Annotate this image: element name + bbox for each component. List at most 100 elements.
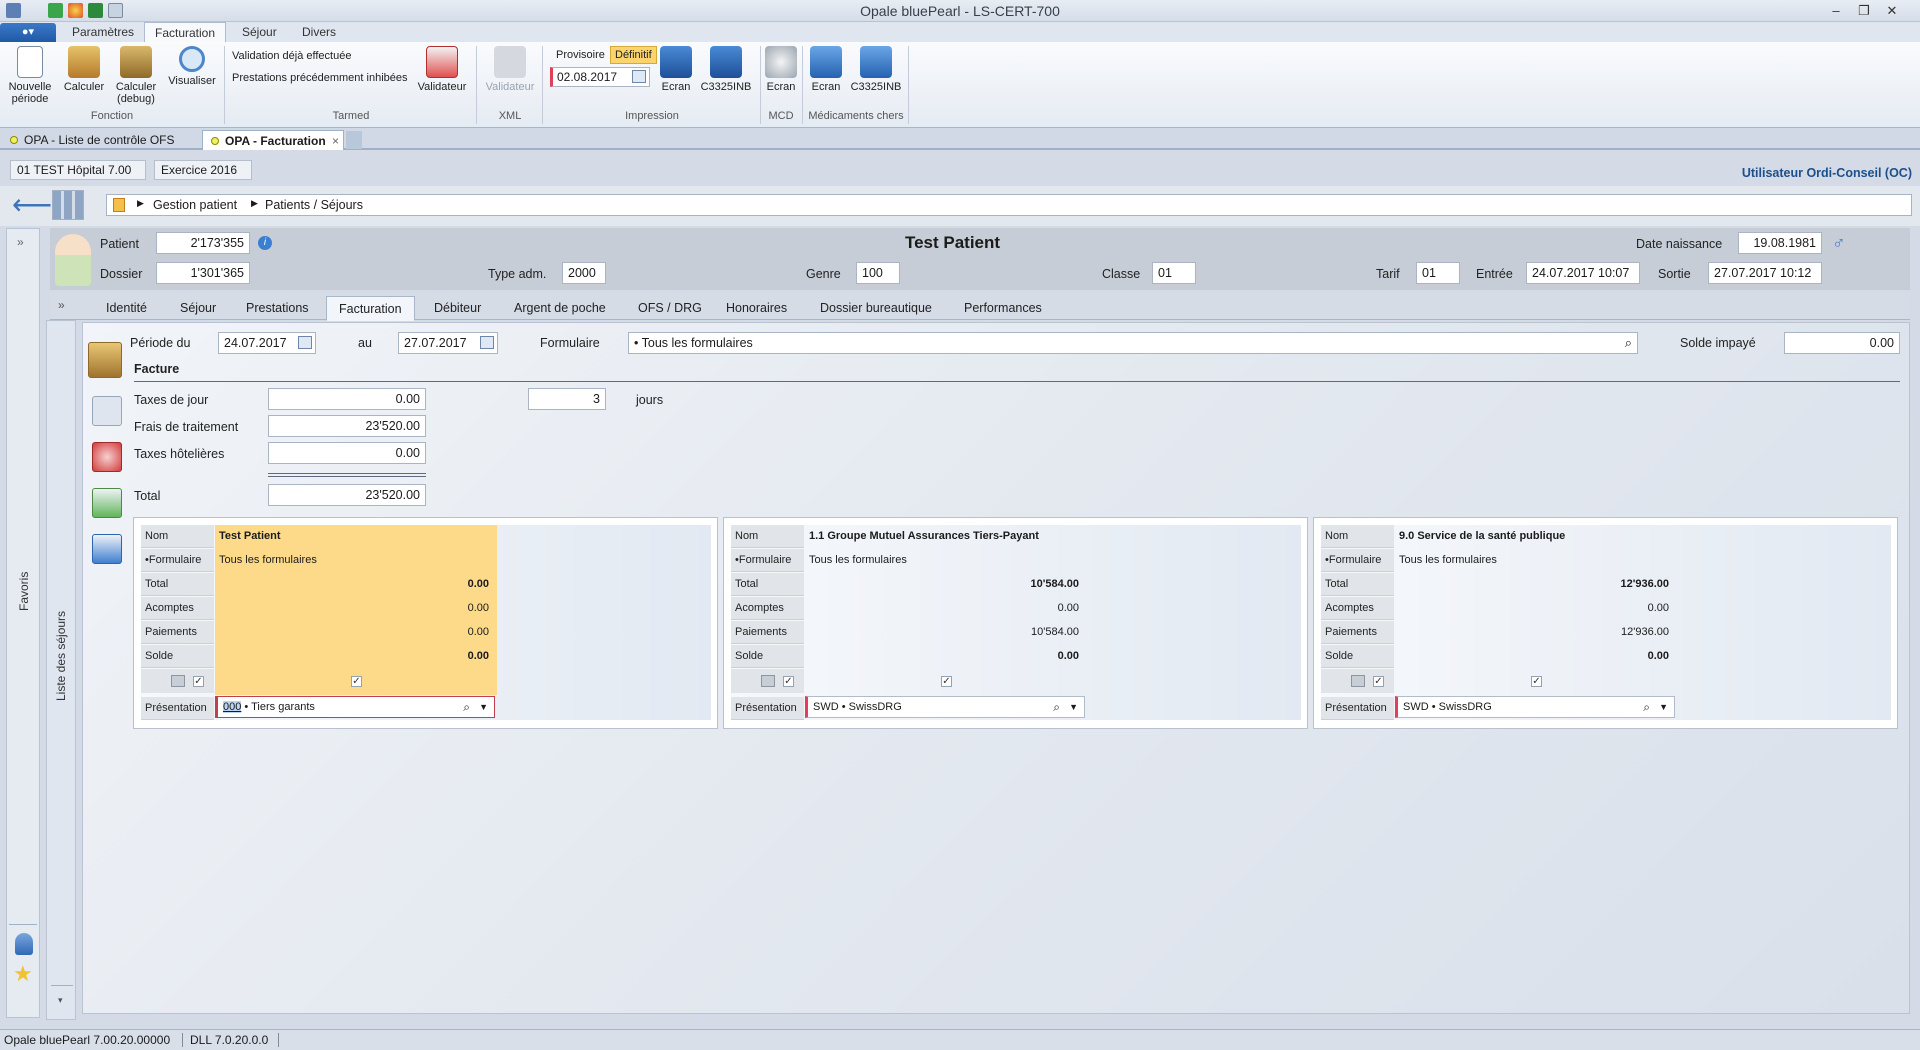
home-icon[interactable] (113, 198, 125, 212)
new-tab-button[interactable] (346, 131, 362, 149)
ribbon-tab-divers[interactable]: Divers (292, 22, 346, 42)
provisoire-toggle[interactable]: Provisoire (552, 47, 609, 63)
search-icon[interactable]: ⌕ (1053, 697, 1060, 717)
star-icon[interactable]: ★ (13, 963, 33, 985)
entree-field[interactable]: 24.07.2017 10:07 (1526, 262, 1640, 284)
naissance-label: Date naissance (1636, 237, 1723, 251)
patient-avatar (55, 234, 91, 286)
debtor-card-groupe-mutuel: Nom 1.1 Groupe Mutuel Assurances Tiers-Pa… (723, 517, 1308, 729)
expand-chevron-icon[interactable]: » (58, 298, 65, 312)
print-checkbox[interactable]: ✓ (1373, 676, 1384, 687)
dropdown-arrow-icon[interactable]: ▼ (1659, 697, 1668, 717)
breadcrumb-patients-sejours[interactable]: Patients / Séjours (265, 198, 363, 212)
tarif-field[interactable]: 01 (1416, 262, 1460, 284)
dropdown-arrow-icon[interactable]: ▼ (479, 697, 488, 717)
help-invoice-icon[interactable] (92, 534, 122, 564)
tab-sejour[interactable]: Séjour (168, 296, 228, 321)
tab-ofs-drg[interactable]: OFS / DRG (626, 296, 714, 321)
genre-field[interactable]: 100 (856, 262, 900, 284)
expand-chevron-icon[interactable]: » (17, 235, 24, 249)
debtor-checkbox[interactable]: ✓ (1531, 676, 1542, 687)
tab-debiteur[interactable]: Débiteur (422, 296, 493, 321)
printer-icon[interactable] (761, 675, 775, 687)
tarmed-validateur-button[interactable]: Validateur (414, 46, 470, 93)
type-adm-field[interactable]: 2000 (562, 262, 606, 284)
user-icon[interactable] (15, 933, 33, 955)
printer-icon[interactable] (1351, 675, 1365, 687)
patient-number[interactable]: 2'173'355 (156, 232, 250, 254)
ribbon-tab-sejour[interactable]: Séjour (232, 22, 287, 42)
debtor-acomptes: 0.00 (1057, 602, 1079, 614)
add-invoice-icon[interactable] (92, 488, 122, 518)
scroll-down-icon[interactable]: ▾ (58, 995, 63, 1006)
tab-dossier-bureautique[interactable]: Dossier bureautique (808, 296, 944, 321)
close-tab-icon[interactable]: × (332, 131, 339, 151)
tab-identite[interactable]: Identité (94, 296, 159, 321)
search-icon[interactable]: ⌕ (1643, 697, 1650, 717)
tab-honoraires[interactable]: Honoraires (714, 296, 799, 321)
male-icon: ♂ (1832, 233, 1846, 253)
printer-icon[interactable] (171, 675, 185, 687)
calendar-icon[interactable] (298, 336, 312, 349)
mcd-ecran-button[interactable]: Ecran (762, 46, 800, 93)
definitif-toggle[interactable]: Définitif (610, 46, 657, 64)
impression-c3325-button[interactable]: C3325INB (698, 46, 754, 93)
tab-performances[interactable]: Performances (952, 296, 1054, 321)
medicaments-ecran-button[interactable]: Ecran (806, 46, 846, 93)
presentation-select[interactable]: 000 • Tiers garants ⌕ ▼ (215, 696, 495, 718)
print-checkbox[interactable]: ✓ (193, 676, 204, 687)
close-button[interactable]: ✕ (1878, 2, 1906, 20)
classe-field[interactable]: 01 (1152, 262, 1196, 284)
visualiser-button[interactable]: Visualiser (164, 46, 220, 87)
print-checkbox[interactable]: ✓ (783, 676, 794, 687)
presentation-select[interactable]: SWD • SwissDRG ⌕ ▼ (1395, 696, 1675, 718)
print-invoice-icon[interactable] (92, 396, 122, 426)
minimize-button[interactable]: – (1822, 2, 1850, 20)
back-arrow-icon[interactable]: ⟵ (12, 191, 52, 219)
periode-au-input[interactable]: 27.07.2017 (398, 332, 498, 354)
formulaire-select[interactable]: • Tous les formulaires ⌕ (628, 332, 1638, 354)
calendar-icon[interactable] (480, 336, 494, 349)
breadcrumb-gestion-patient[interactable]: Gestion patient (153, 198, 237, 212)
invoice-calculator-icon[interactable] (88, 342, 122, 378)
xml-validateur-button[interactable]: Validateur (482, 46, 538, 93)
group-separator (224, 46, 225, 124)
search-icon[interactable]: ⌕ (463, 697, 470, 717)
divider (9, 924, 37, 925)
cancel-invoice-icon[interactable] (92, 442, 122, 472)
calculer-button[interactable]: Calculer (60, 46, 108, 93)
ribbon-tab-facturation[interactable]: Facturation (144, 22, 227, 42)
search-icon[interactable]: ⌕ (1625, 333, 1632, 353)
naissance-field[interactable]: 19.08.1981 (1738, 232, 1822, 254)
tab-facturation[interactable]: Facturation (326, 296, 415, 321)
tab-prestations[interactable]: Prestations (234, 296, 321, 321)
maximize-button[interactable]: ❐ (1850, 2, 1878, 20)
presentation-select[interactable]: SWD • SwissDRG ⌕ ▼ (805, 696, 1085, 718)
debtor-checkbox[interactable]: ✓ (941, 676, 952, 687)
favoris-label[interactable]: Favoris (17, 572, 31, 611)
frais-field: 23'520.00 (268, 415, 426, 437)
impression-ecran-button[interactable]: Ecran (656, 46, 696, 93)
tab-argent-de-poche[interactable]: Argent de poche (502, 296, 618, 321)
calendar-icon[interactable] (632, 70, 646, 83)
validation-item[interactable]: Validation déjà effectuée (232, 50, 351, 62)
calculer-debug-button[interactable]: Calculer (debug) (112, 46, 160, 105)
print-date-input[interactable]: 02.08.2017 (550, 67, 650, 87)
medicaments-c3325-button[interactable]: C3325INB (848, 46, 904, 93)
ribbon-tab-parametres[interactable]: Paramètres (62, 22, 144, 42)
doc-tab-facturation[interactable]: OPA - Facturation × (202, 130, 344, 150)
info-icon[interactable]: i (258, 236, 272, 250)
doc-tab-liste-ofs[interactable]: OPA - Liste de contrôle OFS (2, 130, 200, 150)
debtor-checkbox[interactable]: ✓ (351, 676, 362, 687)
prestations-inhibees-item[interactable]: Prestations précédemment inhibées (232, 72, 407, 84)
nouvelle-periode-button[interactable]: Nouvelle période (4, 46, 56, 105)
periode-du-input[interactable]: 24.07.2017 (218, 332, 316, 354)
sortie-field[interactable]: 27.07.2017 10:12 (1708, 262, 1822, 284)
group-xml-label: XML (498, 110, 522, 122)
chevron-right-icon: ▶ (251, 198, 258, 208)
grid-view-icon[interactable] (52, 190, 84, 220)
dossier-number[interactable]: 1'301'365 (156, 262, 250, 284)
dropdown-arrow-icon[interactable]: ▼ (1069, 697, 1078, 717)
file-menu-button[interactable]: ●▾ (0, 23, 56, 42)
sejours-label[interactable]: Liste des séjours (54, 611, 68, 701)
